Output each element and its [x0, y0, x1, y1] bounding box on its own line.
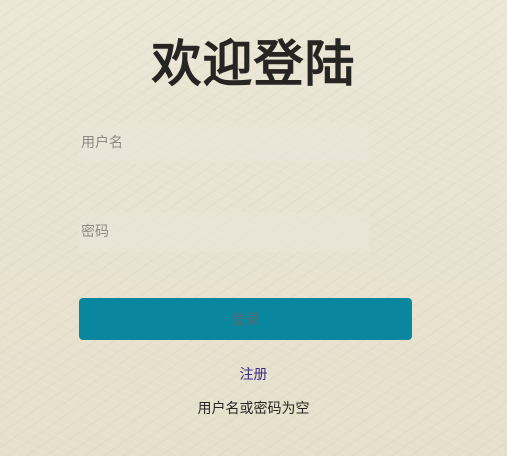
page-title: 欢迎登陆: [151, 35, 356, 93]
error-message: 用户名或密码为空: [197, 401, 310, 417]
username-input[interactable]: [79, 123, 369, 163]
login-button[interactable]: 登录: [79, 298, 412, 340]
password-input[interactable]: [79, 212, 369, 252]
register-link[interactable]: 注册: [0, 366, 507, 384]
